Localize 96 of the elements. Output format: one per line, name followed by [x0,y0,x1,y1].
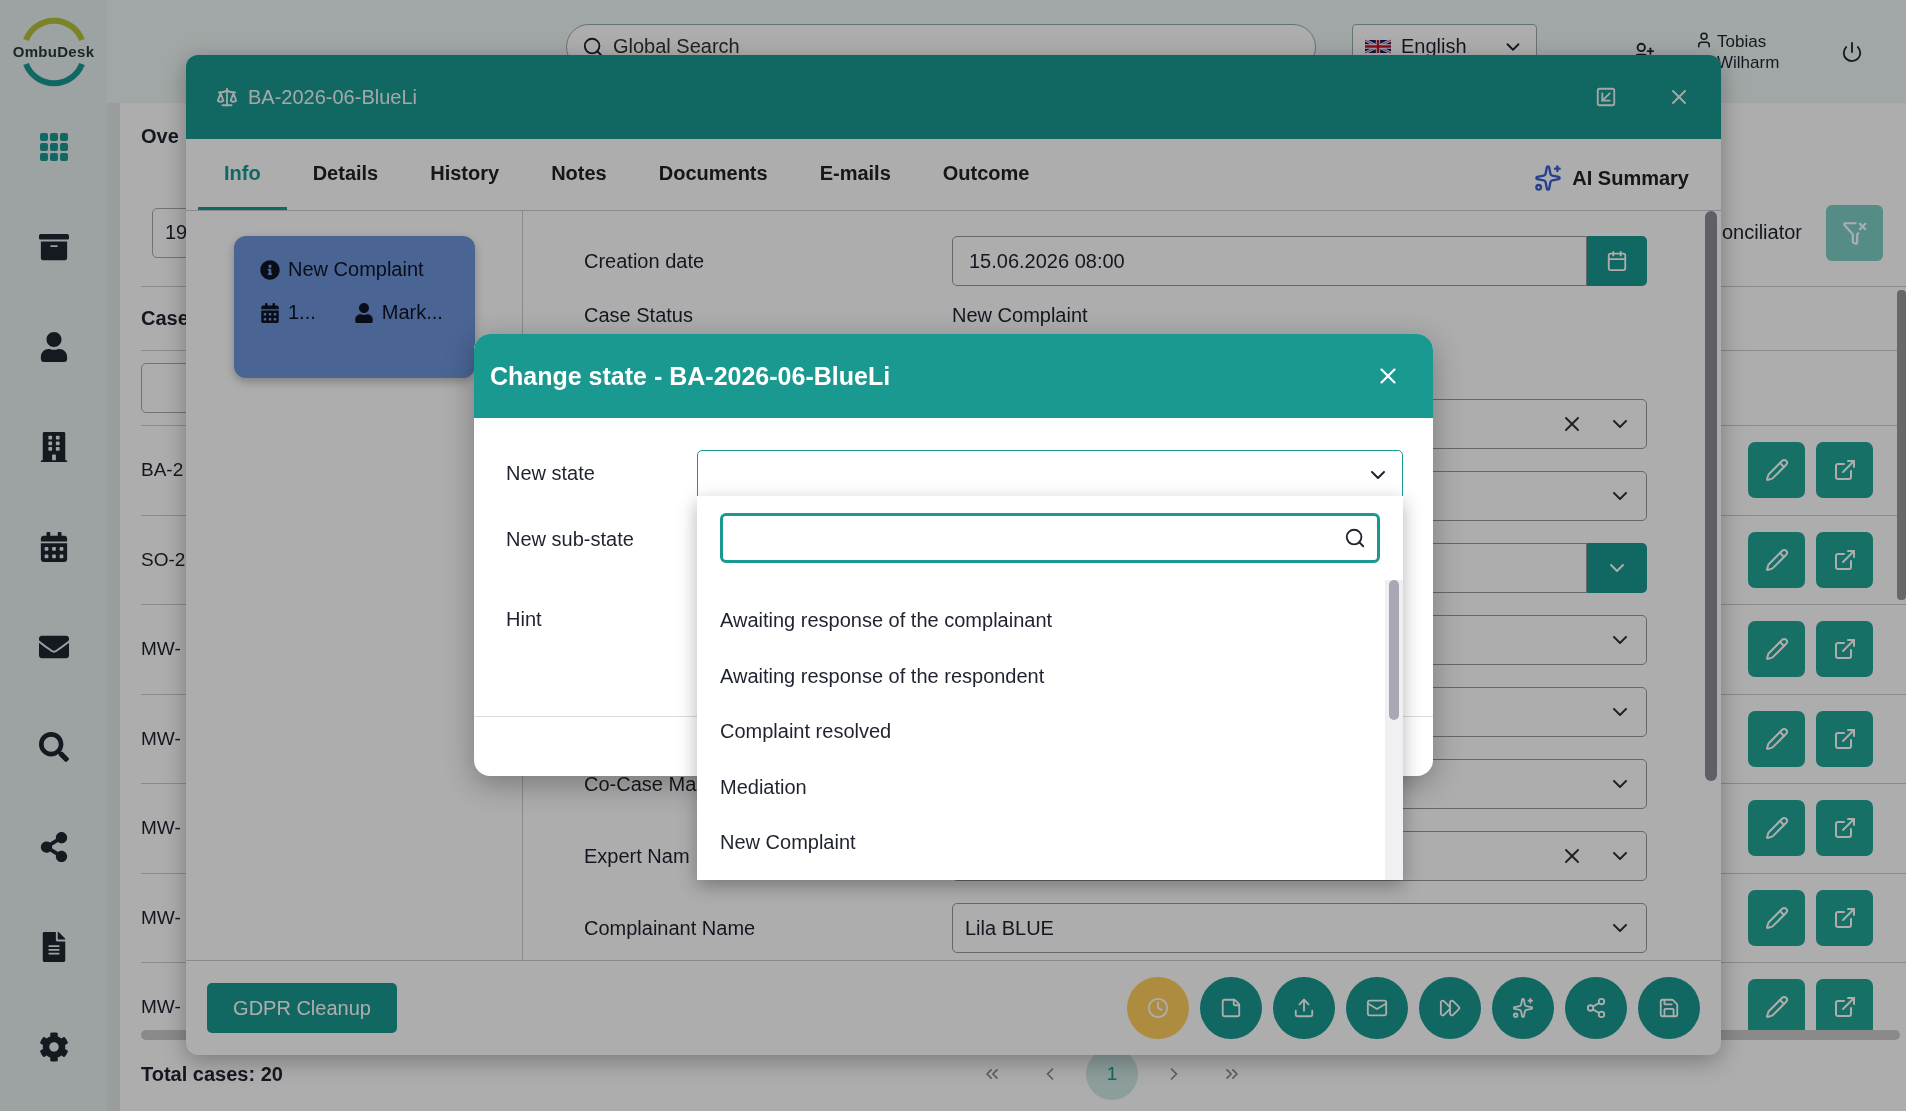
external-link-icon [1832,995,1857,1020]
edit-button[interactable] [1748,889,1805,946]
pencil-icon [1764,816,1789,841]
dropdown-option[interactable]: Awaiting response of the respondent [720,648,1360,704]
open-button[interactable] [1816,531,1873,588]
vertical-scrollbar[interactable] [1705,211,1717,781]
calendar-icon [260,302,280,323]
vertical-scrollbar[interactable] [1897,290,1906,600]
tab[interactable]: E-mails [793,139,917,210]
tab[interactable]: Notes [525,139,633,210]
case-date: 1... [288,301,316,324]
pencil-icon [1764,637,1789,662]
dropdown-option[interactable]: Awaiting response of the complainant [720,593,1360,649]
date-field[interactable]: 15.06.2026 08:00 [952,236,1587,286]
tab[interactable]: Outcome [916,139,1056,210]
dropdown-option[interactable]: Mediation [720,759,1360,815]
ai-summary-button[interactable]: AI Summary [1528,139,1695,210]
column-header: Case [141,307,189,330]
table-cell: MW- [141,906,181,929]
pencil-icon [1764,995,1789,1020]
field-value: New Complaint [952,303,1088,327]
field-label: Creation date [584,249,705,273]
scrollbar-thumb[interactable] [1389,580,1399,720]
edit-button[interactable] [1748,800,1805,857]
fast-forward-icon [1439,997,1461,1019]
table-cell: MW- [141,727,181,750]
logo-text: OmbuDesk [12,43,95,60]
sparkles-icon [1534,164,1563,192]
open-button[interactable] [1816,621,1873,678]
tab[interactable]: Details [286,139,405,210]
scale-icon [216,86,238,108]
external-link-icon [1832,637,1857,662]
pencil-icon [1764,547,1789,572]
user-name[interactable]: Tobias Wilharm [1717,30,1801,73]
open-button[interactable] [1816,979,1873,1030]
select-field[interactable]: Lila BLUE [952,903,1647,953]
edit-button[interactable] [1748,710,1805,767]
edit-button[interactable] [1748,442,1805,499]
flag-icon [1365,38,1391,55]
dropdown-option[interactable]: Complaint resolved [720,704,1360,760]
field-label: Co-Case Ma [584,772,697,796]
case-dialog-title: BA-2026-06-BlueLi [248,85,418,109]
upload-icon [1293,997,1315,1019]
search-icon [582,35,604,58]
open-button[interactable] [1816,889,1873,946]
pencil-icon [1764,458,1789,483]
edit-button[interactable] [1748,531,1805,588]
tab[interactable]: History [404,139,526,210]
person-icon [353,302,374,323]
dropdown-search-field[interactable] [720,513,1380,563]
power-icon[interactable] [1841,40,1863,63]
edit-button[interactable] [1748,621,1805,678]
table-cell: BA-2 [141,459,184,482]
case-status: New Complaint [288,258,424,281]
table-cell: SO-2 [141,548,186,571]
page-title: Ove [141,125,179,149]
info-icon [260,259,280,280]
dialog-title: Change state - BA-2026-06-BlueLi [490,361,892,391]
pencil-icon [1764,726,1789,751]
column-filter-label: onciliator [1721,221,1802,244]
calendar-button[interactable] [1587,236,1647,286]
external-link-icon [1832,726,1857,751]
field-label: Complainant Name [584,916,756,940]
field-label: Case Status [584,303,693,327]
mail-icon [1366,997,1388,1019]
field-label: New sub-state [506,527,635,551]
table-cell: MW- [141,638,181,661]
field-label: New state [506,461,596,485]
share-icon [1585,997,1607,1019]
user-icon [1695,30,1713,49]
external-link-icon [1832,816,1857,841]
filter-off-icon [1841,219,1868,246]
external-link-icon [1832,547,1857,572]
resize-icon[interactable] [1595,86,1617,108]
note-icon [1220,997,1242,1019]
calendar-icon [1606,250,1628,272]
external-link-icon [1832,905,1857,930]
dropdown-option[interactable]: New Complaint [720,815,1360,871]
total-cases: Total cases: 20 [141,1062,284,1086]
edit-button[interactable] [1748,979,1805,1030]
table-cell: MW- [141,996,181,1019]
sparkles-icon [1512,997,1534,1019]
save-icon [1658,997,1680,1019]
clear-filter-button[interactable] [1826,204,1883,261]
pencil-icon [1764,905,1789,930]
case-assignee: Mark... [381,301,443,324]
field-label: Expert Nam [584,844,690,868]
field-label: Hint [506,607,543,631]
open-button[interactable] [1816,800,1873,857]
search-icon [1344,527,1366,549]
clock-icon [1147,997,1169,1019]
open-button[interactable] [1816,710,1873,767]
tab[interactable]: Documents [632,139,794,210]
open-button[interactable] [1816,442,1873,499]
table-cell: MW- [141,817,181,840]
external-link-icon [1832,458,1857,483]
